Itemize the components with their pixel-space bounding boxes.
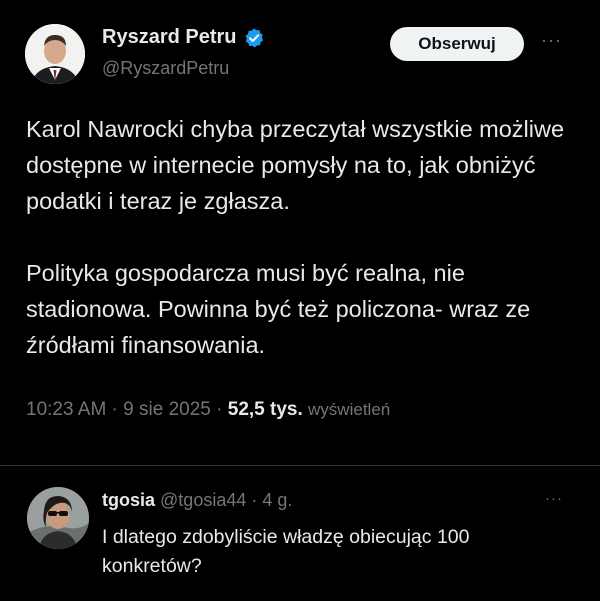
views-count: 52,5 tys. — [227, 399, 303, 420]
author-name-row: Ryszard Petru — [102, 26, 265, 49]
tweet-paragraph-1: Karol Nawrocki chyba przeczytał wszystki… — [26, 116, 565, 214]
reply-author-handle[interactable]: @tgosia44 — [160, 490, 246, 510]
reply-header: tgosia @tgosia44 · 4 g. — [102, 490, 292, 511]
views-label: wyświetleń — [308, 400, 391, 419]
meta-separator: · — [210, 399, 228, 420]
tweet-text: Karol Nawrocki chyba przeczytał wszystki… — [26, 111, 571, 363]
reply-time[interactable]: 4 g. — [262, 490, 292, 510]
reply-more-options-icon[interactable]: ··· — [545, 490, 563, 507]
tweet-paragraph-2: Polityka gospodarcza musi być realna, ni… — [26, 260, 531, 358]
follow-button[interactable]: Obserwuj — [390, 27, 524, 61]
divider — [0, 465, 600, 466]
tweet-time[interactable]: 10:23 AM — [26, 399, 106, 420]
author-avatar[interactable] — [25, 24, 85, 84]
reply-separator: · — [251, 490, 258, 510]
verified-badge-icon — [245, 27, 263, 48]
tweet-metadata: 10:23 AM · 9 sie 2025 · 52,5 tys. wyświe… — [26, 399, 390, 421]
reply-author-name[interactable]: tgosia — [102, 490, 155, 510]
reply-text: I dlatego zdobyliście władzę obiecując 1… — [102, 526, 470, 577]
author-handle[interactable]: @RyszardPetru — [102, 58, 229, 79]
meta-separator: · — [106, 399, 124, 420]
more-options-icon[interactable]: ··· — [541, 30, 562, 51]
reply-avatar[interactable] — [27, 487, 89, 549]
tweet-date[interactable]: 9 sie 2025 — [123, 399, 211, 420]
author-name[interactable]: Ryszard Petru — [102, 26, 237, 49]
